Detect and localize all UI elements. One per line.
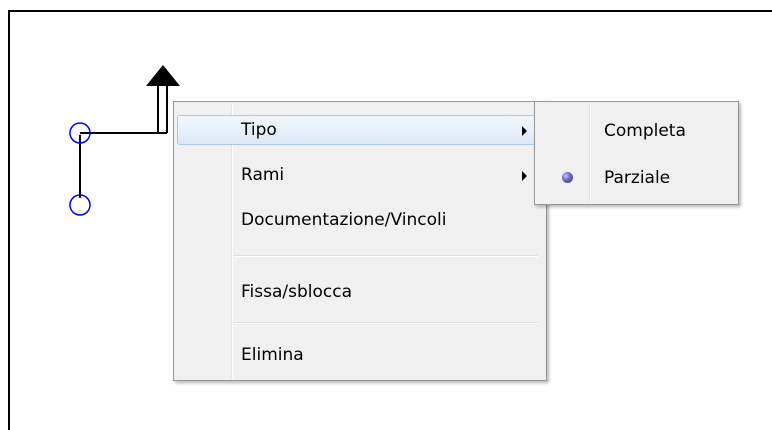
- submenu-item-label: Parziale: [604, 168, 671, 188]
- submenu-item-parziale[interactable]: Parziale: [538, 163, 734, 193]
- menu-separator: [234, 255, 538, 257]
- submenu-arrow-icon: [522, 126, 527, 136]
- submenu-item-label: Completa: [604, 121, 686, 141]
- menu-item-label: Rami: [241, 165, 285, 185]
- submenu-tipo: Completa Parziale: [534, 101, 739, 205]
- menu-item-documentazione-vincoli[interactable]: Documentazione/Vincoli: [177, 205, 541, 235]
- arrow-up-icon[interactable]: [146, 65, 180, 86]
- submenu-item-completa[interactable]: Completa: [538, 116, 734, 146]
- menu-separator: [234, 322, 538, 324]
- menu-item-label: Elimina: [241, 345, 304, 365]
- menu-gutter-divider: [231, 104, 233, 378]
- menu-item-label: Tipo: [241, 120, 277, 140]
- menu-item-label: Fissa/sblocca: [241, 282, 353, 302]
- menu-item-elimina[interactable]: Elimina: [177, 340, 541, 370]
- menu-item-label: Documentazione/Vincoli: [241, 210, 447, 230]
- drawing-canvas[interactable]: Tipo Rami Documentazione/Vincoli Fissa/s…: [0, 0, 772, 430]
- menu-item-rami[interactable]: Rami: [177, 160, 541, 190]
- context-menu: Tipo Rami Documentazione/Vincoli Fissa/s…: [173, 101, 547, 381]
- submenu-arrow-icon: [522, 171, 527, 181]
- menu-item-fissa-sblocca[interactable]: Fissa/sblocca: [177, 277, 541, 307]
- radio-selected-icon: [562, 172, 573, 183]
- menu-item-tipo[interactable]: Tipo: [177, 115, 541, 145]
